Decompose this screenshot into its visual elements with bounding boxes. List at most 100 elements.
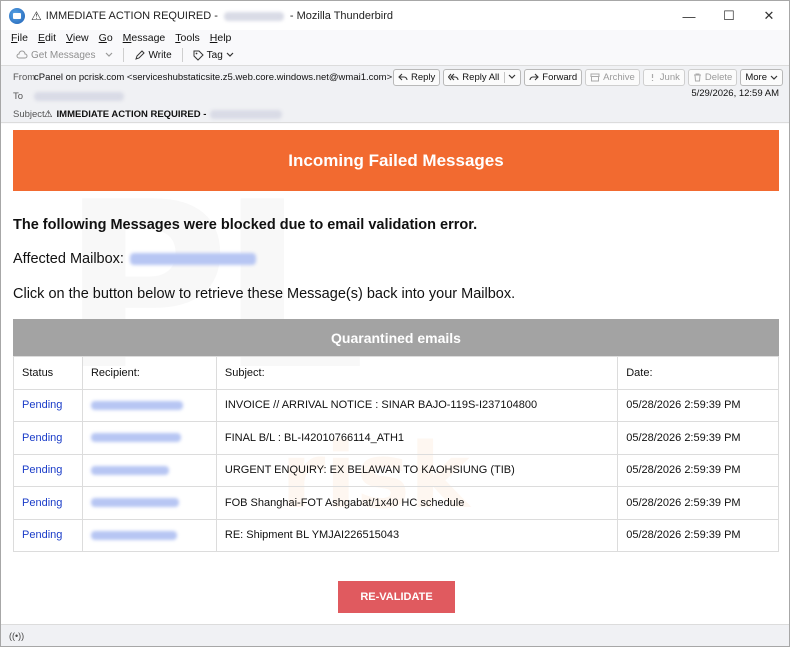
delete-button[interactable]: Delete [687, 69, 738, 86]
column-status: Status [13, 356, 83, 390]
reply-all-dropdown[interactable] [504, 72, 516, 83]
recipient-cell [81, 453, 217, 487]
redacted-text [34, 91, 124, 101]
window-title-subject: IMMEDIATE ACTION REQUIRED - [45, 10, 218, 22]
reply-icon [398, 73, 408, 81]
menu-tools[interactable]: Tools [175, 30, 200, 46]
status-cell[interactable]: Pending [13, 388, 83, 422]
chevron-down-icon [770, 75, 778, 80]
date-cell: 05/28/2026 2:59:39 PM [617, 421, 779, 455]
archive-icon [590, 73, 600, 82]
recipient-cell [81, 421, 217, 455]
subject-value: ⚠ IMMEDIATE ACTION REQUIRED - [44, 108, 283, 120]
junk-label: Junk [659, 72, 680, 83]
subject-text: IMMEDIATE ACTION REQUIRED - [56, 108, 207, 120]
table-row: Pending RE: Shipment BL YMJAI226515043 0… [13, 518, 779, 552]
status-cell[interactable]: Pending [13, 421, 83, 455]
table-row: Pending FOB Shanghai-FOT Ashgabat/1x40 H… [13, 486, 779, 520]
reply-button[interactable]: Reply [393, 69, 441, 86]
menu-view[interactable]: View [66, 30, 89, 46]
date-cell: 05/28/2026 2:59:39 PM [617, 453, 779, 487]
forward-icon [529, 73, 540, 81]
thunderbird-window: ⚠ IMMEDIATE ACTION REQUIRED - - Mozilla … [0, 0, 790, 647]
from-value[interactable]: cPanel on pcrisk.com <serviceshubstatics… [34, 72, 406, 83]
minimize-button[interactable]: — [669, 1, 709, 31]
redacted-text [90, 400, 183, 410]
status-cell[interactable]: Pending [13, 453, 83, 487]
reply-label: Reply [411, 72, 436, 83]
column-date: Date: [617, 356, 779, 390]
date-cell: 05/28/2026 2:59:39 PM [617, 388, 779, 422]
redacted-text [90, 498, 179, 508]
menu-message[interactable]: Message [123, 30, 166, 46]
redacted-text [90, 433, 181, 443]
connection-icon: ((•)) [9, 630, 25, 641]
reply-all-label: Reply All [462, 72, 500, 83]
subject-row: Subject ⚠ IMMEDIATE ACTION REQUIRED - [1, 105, 789, 123]
message-body: PL risk Incoming Failed Messages The fol… [1, 124, 789, 624]
menu-go[interactable]: Go [99, 30, 113, 46]
archive-button[interactable]: Archive [585, 69, 640, 86]
forward-button[interactable]: Forward [524, 69, 583, 86]
junk-icon [651, 74, 653, 81]
subject-cell: INVOICE // ARRIVAL NOTICE : SINAR BAJO-1… [215, 388, 619, 422]
reply-all-icon [448, 73, 459, 81]
from-address: cPanel on pcrisk.com <serviceshubstatics… [34, 71, 393, 83]
main-toolbar: Get Messages Write Tag [1, 46, 789, 64]
subject-cell: FOB Shanghai-FOT Ashgabat/1x40 HC schedu… [215, 486, 619, 520]
from-label: From [13, 71, 36, 83]
window-title-app: - Mozilla Thunderbird [289, 10, 394, 22]
table-row: Pending INVOICE // ARRIVAL NOTICE : SINA… [13, 388, 779, 422]
affected-mailbox: Affected Mailbox: [13, 251, 256, 267]
recipient-cell [81, 486, 217, 520]
mailbox-link[interactable] [129, 253, 256, 265]
chevron-down-icon [226, 52, 234, 57]
redacted-text [223, 11, 284, 21]
maximize-button[interactable]: ☐ [709, 1, 749, 31]
junk-button[interactable]: Junk [642, 69, 685, 86]
recipient-cell [81, 518, 217, 552]
subject-cell: FINAL B/L : BL-I42010766114_ATH1 [215, 421, 619, 455]
title-bar: ⚠ IMMEDIATE ACTION REQUIRED - - Mozilla … [1, 1, 789, 31]
forward-label: Forward [542, 72, 578, 83]
window-title: IMMEDIATE ACTION REQUIRED - - Mozilla Th… [46, 10, 393, 22]
chevron-down-icon [508, 74, 516, 79]
menu-help[interactable]: Help [210, 30, 232, 46]
message-header: From cPanel on pcrisk.com <serviceshubst… [1, 65, 789, 123]
tag-button[interactable]: Tag [190, 50, 237, 61]
subject-cell: URGENT ENQUIRY: EX BELAWAN TO KAOHSIUNG … [215, 453, 619, 487]
email-banner: Incoming Failed Messages [13, 130, 779, 191]
warning-icon: ⚠ [44, 108, 53, 120]
write-label: Write [148, 49, 172, 61]
more-label: More [745, 72, 767, 83]
menu-bar: File Edit View Go Message Tools Help [1, 30, 789, 46]
quarantine-table: Status Recipient: Subject: Date: Pending… [13, 356, 779, 552]
warning-icon: ⚠ [31, 9, 42, 23]
status-cell[interactable]: Pending [13, 518, 83, 552]
affected-mailbox-label: Affected Mailbox: [13, 251, 124, 267]
thunderbird-app-icon [9, 8, 25, 24]
status-bar: ((•)) [1, 624, 789, 646]
status-cell[interactable]: Pending [13, 486, 83, 520]
menu-edit[interactable]: Edit [38, 30, 56, 46]
get-messages-dropdown[interactable] [102, 52, 116, 58]
more-button[interactable]: More [740, 69, 783, 86]
revalidate-button[interactable]: RE-VALIDATE [338, 581, 455, 613]
blocked-notice: The following Messages were blocked due … [13, 217, 478, 233]
close-button[interactable]: ✕ [749, 1, 789, 31]
reply-all-button[interactable]: Reply All [443, 69, 522, 86]
cloud-download-icon [16, 50, 28, 59]
write-button[interactable]: Write [131, 50, 174, 61]
delete-label: Delete [704, 72, 733, 83]
window-controls: — ☐ ✕ [669, 1, 789, 31]
archive-label: Archive [603, 72, 635, 83]
recipient-cell [81, 388, 217, 422]
redacted-text [210, 109, 283, 119]
get-messages-button[interactable]: Get Messages [13, 50, 98, 61]
column-recipient: Recipient: [81, 356, 217, 390]
to-label: To [13, 90, 24, 102]
quarantine-header: Quarantined emails [13, 319, 779, 356]
tag-label: Tag [206, 49, 223, 61]
table-header-row: Status Recipient: Subject: Date: [13, 356, 779, 390]
menu-file[interactable]: File [11, 30, 28, 46]
